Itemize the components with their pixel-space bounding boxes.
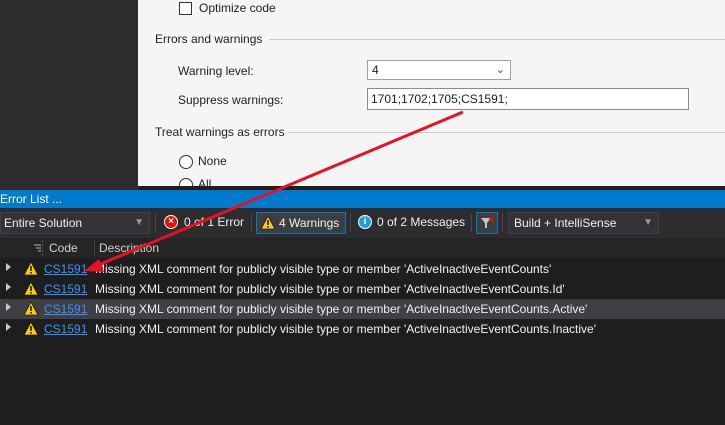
error-description: Missing XML comment for publicly visible… [95,282,565,296]
all-radio[interactable] [179,178,193,186]
toolbar-separator [502,214,503,232]
suppress-warnings-value: 1701;1702;1705;CS1591; [371,92,508,106]
expand-icon[interactable] [6,323,11,331]
expand-icon[interactable] [6,263,11,271]
source-dropdown[interactable]: Build + IntelliSense ▼ [508,212,659,234]
build-properties-panel: Optimize code Errors and warnings Warnin… [138,0,725,186]
errors-filter-button[interactable]: × 0 of 1 Error [160,212,248,234]
chevron-down-icon: ⌄ [495,64,505,76]
toolbar-separator [155,214,156,232]
errors-warnings-section-title: Errors and warnings [155,32,263,46]
scope-dropdown[interactable]: Entire Solution ▼ [0,212,150,234]
warnings-filter-button[interactable]: 4 Warnings [256,212,346,234]
treat-warnings-section-title: Treat warnings as errors [155,125,285,139]
error-list-title: Error List ... [0,192,63,206]
warning-icon [23,301,39,316]
messages-filter-label: 0 of 2 Messages [377,215,466,229]
optimize-code-label: Optimize code [199,1,276,15]
error-icon: × [164,215,178,229]
warning-level-select[interactable]: 4 ⌄ [367,60,511,80]
list-item[interactable]: CS1591 Missing XML comment for publicly … [0,259,725,279]
source-value: Build + IntelliSense [514,216,617,230]
warning-level-value: 4 [372,63,379,77]
section-divider [288,132,725,133]
toolbar-separator [471,214,472,232]
filter-toggle-button[interactable] [476,212,498,234]
error-code-link[interactable]: CS1591 [44,319,87,339]
warning-icon [23,321,39,336]
column-divider[interactable] [42,240,43,256]
expand-icon[interactable] [6,283,11,291]
warnings-filter-label: 4 Warnings [279,216,340,230]
warning-level-label: Warning level: [178,64,254,78]
warning-icon [260,215,276,230]
suppress-warnings-input[interactable]: 1701;1702;1705;CS1591; [367,88,689,110]
error-code-link[interactable]: CS1591 [44,259,87,279]
toolbar-separator [350,214,351,232]
left-gutter [0,0,138,190]
expand-icon[interactable] [6,303,11,311]
error-description: Missing XML comment for publicly visible… [95,302,588,316]
error-list-title-bar[interactable]: Error List ... [0,190,725,208]
list-item-selected[interactable]: CS1591 Missing XML comment for publicly … [0,299,725,319]
all-radio-label: All [198,177,212,186]
error-code-link[interactable]: CS1591 [44,299,87,319]
description-column-header[interactable]: Description [99,238,159,258]
chevron-down-icon: ▼ [134,217,144,228]
error-description: Missing XML comment for publicly visible… [95,262,552,276]
none-radio-label: None [198,154,227,168]
none-radio[interactable] [179,155,193,169]
errors-filter-label: 0 of 1 Error [184,215,245,229]
section-divider [269,39,725,40]
scope-value: Entire Solution [4,216,83,230]
error-list-toolbar: Entire Solution ▼ × 0 of 1 Error 4 Warni… [0,208,725,238]
messages-filter-button[interactable]: i 0 of 2 Messages [355,212,467,234]
column-divider[interactable] [94,240,95,256]
filter-icon [481,216,494,228]
code-column-header[interactable]: Code [49,238,78,258]
suppress-warnings-label: Suppress warnings: [178,93,284,107]
warning-icon [23,281,39,296]
error-code-link[interactable]: CS1591 [44,279,87,299]
info-icon: i [358,215,372,229]
error-list-header: Code Description [0,238,725,258]
list-item[interactable]: CS1591 Missing XML comment for publicly … [0,319,725,339]
toolbar-separator [251,214,252,232]
optimize-code-checkbox[interactable] [179,2,192,15]
warning-icon [23,261,39,276]
list-item[interactable]: CS1591 Missing XML comment for publicly … [0,279,725,299]
chevron-down-icon: ▼ [643,217,653,228]
error-description: Missing XML comment for publicly visible… [95,322,596,336]
error-list: CS1591 Missing XML comment for publicly … [0,258,725,425]
